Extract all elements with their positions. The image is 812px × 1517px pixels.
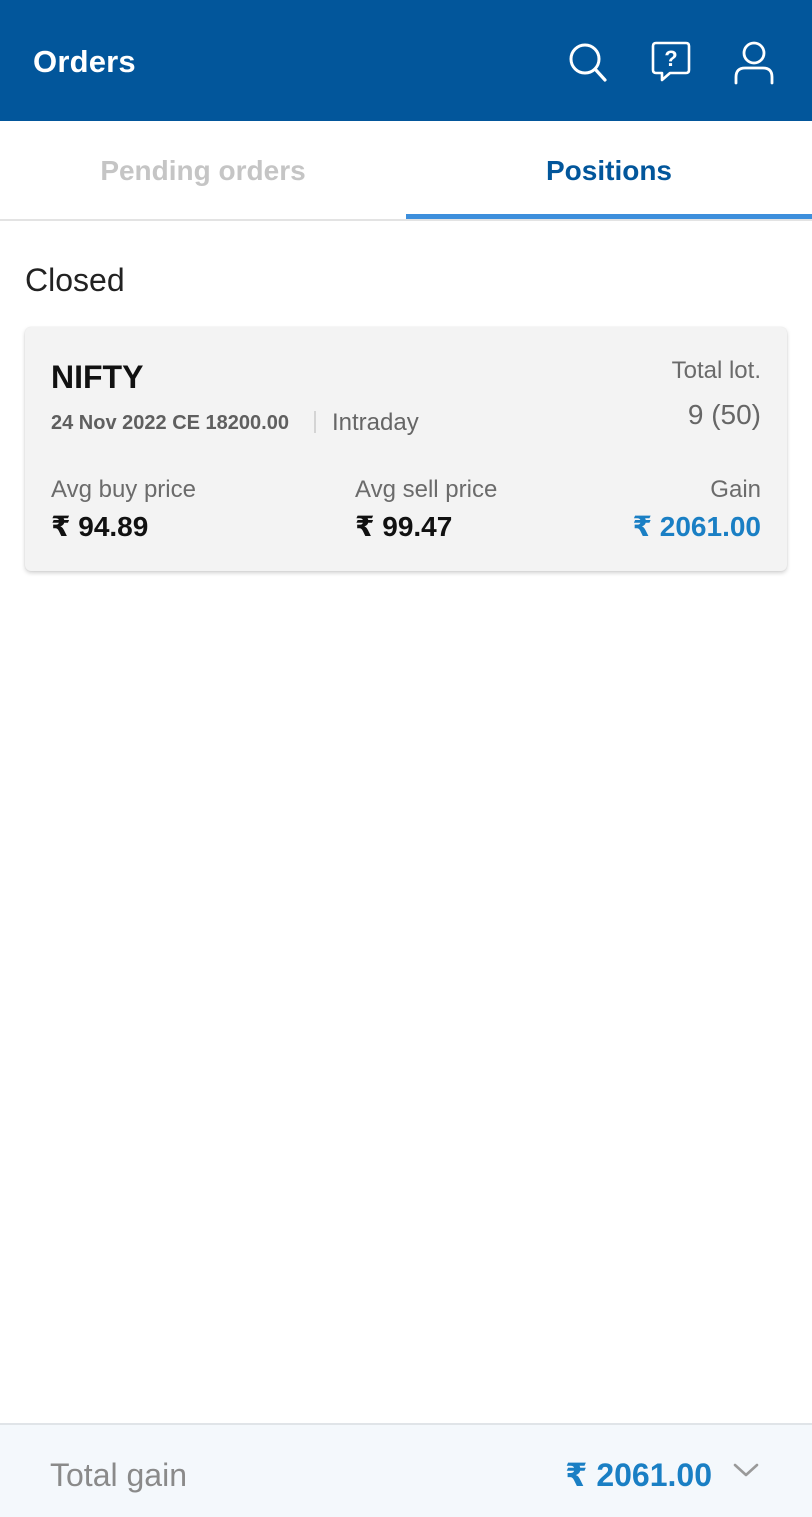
position-card[interactable]: NIFTY 24 Nov 2022 CE 18200.00 Intraday T… xyxy=(25,327,787,571)
avg-buy-price-label: Avg buy price xyxy=(51,476,196,503)
help-chat-icon[interactable]: ? xyxy=(649,38,693,86)
app-header: Orders ? xyxy=(0,0,812,121)
divider xyxy=(314,411,316,433)
gain-value: ₹ 2061.00 xyxy=(632,511,761,542)
orders-screen: Orders ? Pending orders Positions Closed xyxy=(0,0,812,1517)
chevron-down-icon[interactable] xyxy=(730,1455,762,1485)
tab-bar: Pending orders Positions xyxy=(0,121,812,221)
total-lot-label: Total lot. xyxy=(671,357,761,384)
avg-buy-price-value: ₹ 94.89 xyxy=(51,511,149,542)
position-symbol: NIFTY xyxy=(51,359,144,395)
svg-text:?: ? xyxy=(664,46,677,71)
contract-details: 24 Nov 2022 CE 18200.00 xyxy=(51,412,289,434)
total-gain-value: ₹ 2061.00 xyxy=(565,1457,712,1493)
avg-sell-price-value: ₹ 99.47 xyxy=(355,511,453,542)
search-icon[interactable] xyxy=(566,38,610,86)
section-title-closed: Closed xyxy=(25,262,125,298)
tab-positions[interactable]: Positions xyxy=(406,121,812,221)
total-gain-bar[interactable]: Total gain ₹ 2061.00 xyxy=(0,1423,812,1517)
profile-icon[interactable] xyxy=(732,38,776,86)
gain-label: Gain xyxy=(710,476,761,503)
active-tab-indicator xyxy=(406,214,812,219)
total-gain-label: Total gain xyxy=(50,1457,187,1493)
product-type: Intraday xyxy=(332,409,419,436)
total-lot-value: 9 (50) xyxy=(687,399,761,430)
page-title: Orders xyxy=(33,44,136,79)
tab-pending-orders[interactable]: Pending orders xyxy=(0,121,406,221)
avg-sell-price-label: Avg sell price xyxy=(355,476,498,503)
